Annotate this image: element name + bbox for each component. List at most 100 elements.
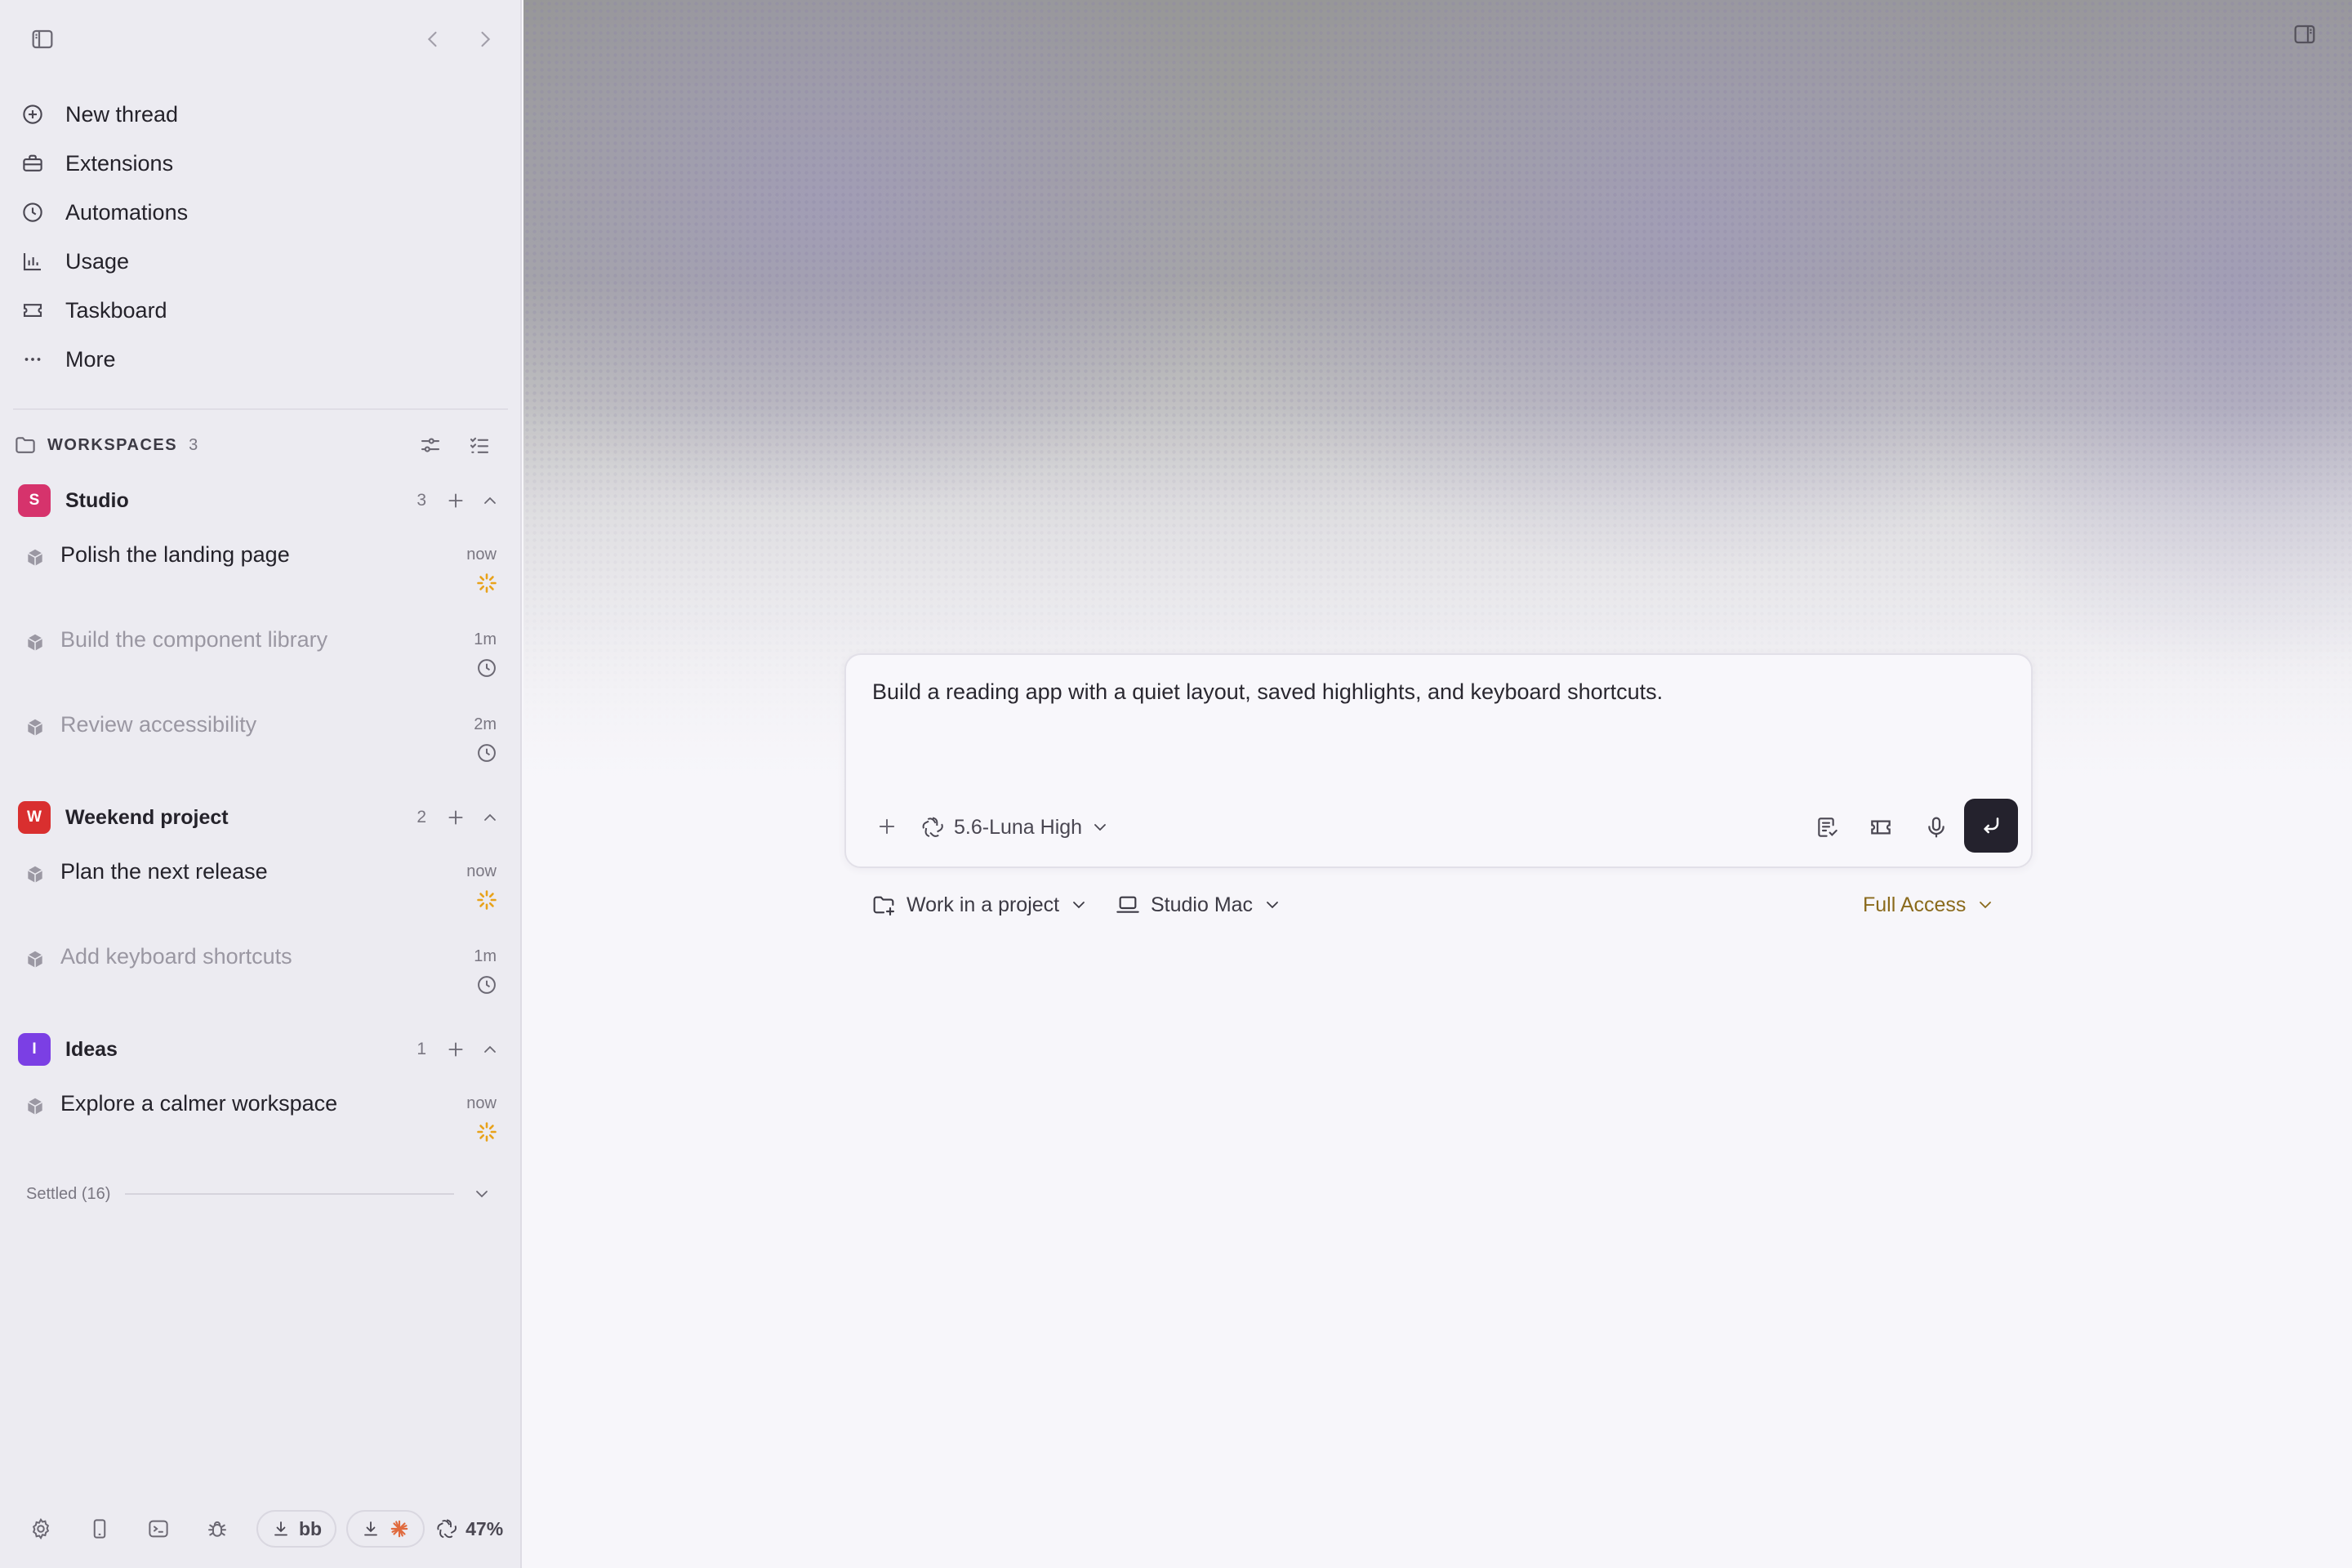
- filter-icon[interactable]: [418, 433, 443, 457]
- workspace-group-studio[interactable]: S Studio 3: [18, 480, 505, 521]
- workspace-count: 1: [416, 1040, 426, 1058]
- toggle-sidebar-icon[interactable]: [24, 21, 60, 57]
- nav-extensions[interactable]: Extensions: [13, 140, 503, 187]
- workspaces-label: WORKSPACES: [47, 435, 178, 454]
- nav-label: Automations: [65, 199, 189, 225]
- add-thread-icon[interactable]: [441, 1035, 470, 1064]
- more-dots-icon: [13, 336, 52, 383]
- thread-title: Plan the next release: [60, 859, 268, 884]
- ai-spiral-icon: [434, 1517, 459, 1541]
- workspace-group-ideas[interactable]: I Ideas 1: [18, 1029, 505, 1070]
- workspace-badge: I: [18, 1033, 51, 1066]
- ai-spiral-icon: [920, 814, 946, 840]
- cube-icon: [24, 632, 46, 653]
- download-chip-label: bb: [299, 1517, 323, 1539]
- cube-icon: [24, 717, 46, 738]
- thread-item[interactable]: Review accessibility 2m: [21, 706, 503, 781]
- workspace-name: Studio: [65, 488, 129, 512]
- forward-arrow-icon[interactable]: [467, 21, 503, 57]
- add-thread-icon[interactable]: [441, 803, 470, 832]
- cube-icon: [24, 1096, 46, 1117]
- thread-time: 1m: [474, 947, 497, 965]
- mobile-device-icon[interactable]: [80, 1509, 119, 1548]
- thread-title: Add keyboard shortcuts: [60, 944, 292, 969]
- download-chip[interactable]: bb: [256, 1510, 337, 1548]
- chevron-down-icon: [1976, 895, 1995, 915]
- settled-label: Settled (16): [26, 1184, 111, 1203]
- settled-section-toggle[interactable]: Settled (16): [26, 1179, 497, 1209]
- settled-divider: [125, 1193, 454, 1195]
- folder-icon: [13, 433, 38, 457]
- running-spinner-icon: [475, 889, 498, 911]
- access-label: Full Access: [1863, 893, 1967, 916]
- nav-label: More: [65, 346, 116, 372]
- workspace-count: 3: [416, 491, 426, 510]
- workspace-badge: S: [18, 484, 51, 517]
- nav-label: New thread: [65, 101, 179, 127]
- project-selector[interactable]: Work in a project: [871, 887, 1089, 923]
- thread-time: 1m: [474, 630, 497, 648]
- nav-taskboard[interactable]: Taskboard: [13, 287, 503, 334]
- document-review-icon[interactable]: [1809, 808, 1846, 846]
- scheduled-clock-icon: [475, 973, 498, 996]
- bug-icon[interactable]: [198, 1509, 237, 1548]
- sidebar-footer: bb 47%: [21, 1508, 511, 1550]
- nav-usage[interactable]: Usage: [13, 238, 503, 285]
- scheduled-clock-icon: [475, 657, 498, 679]
- composer: Build a reading app with a quiet layout,…: [844, 653, 2033, 868]
- device-selector[interactable]: Studio Mac: [1115, 887, 1282, 923]
- scheduled-clock-icon: [475, 742, 498, 764]
- usage-indicator[interactable]: 47%: [434, 1517, 503, 1541]
- settings-gear-icon[interactable]: [21, 1509, 60, 1548]
- collapse-chevron-icon[interactable]: [475, 803, 505, 832]
- back-arrow-icon[interactable]: [415, 21, 451, 57]
- cube-icon: [24, 949, 46, 970]
- terminal-icon[interactable]: [139, 1509, 178, 1548]
- model-label: 5.6-Luna High: [954, 815, 1083, 839]
- send-button[interactable]: [1964, 799, 2018, 853]
- running-spinner-icon: [475, 1120, 498, 1143]
- add-thread-icon[interactable]: [441, 486, 470, 515]
- nav-label: Extensions: [65, 150, 174, 176]
- thread-item[interactable]: Plan the next release now: [21, 853, 503, 928]
- microphone-icon[interactable]: [1918, 808, 1955, 846]
- download-icon: [361, 1519, 381, 1539]
- cube-icon: [24, 547, 46, 568]
- model-selector[interactable]: 5.6-Luna High: [920, 810, 1110, 844]
- thread-time: now: [466, 1094, 497, 1112]
- attach-plus-icon[interactable]: [869, 808, 905, 844]
- chevron-down-icon: [1090, 817, 1110, 837]
- nav-label: Usage: [65, 248, 130, 274]
- thread-item[interactable]: Add keyboard shortcuts 1m: [21, 938, 503, 1013]
- toggle-right-panel-icon[interactable]: [2292, 21, 2318, 47]
- thread-item[interactable]: Explore a calmer workspace now: [21, 1085, 503, 1160]
- collapse-chevron-icon[interactable]: [475, 486, 505, 515]
- prompt-input[interactable]: Build a reading app with a quiet layout,…: [872, 679, 1663, 705]
- nav-more[interactable]: More: [13, 336, 503, 383]
- laptop-icon: [1115, 892, 1141, 918]
- thread-time: 2m: [474, 715, 497, 733]
- chevron-down-icon: [472, 1184, 492, 1204]
- nav-automations[interactable]: Automations: [13, 189, 503, 236]
- thread-time: now: [466, 546, 497, 564]
- chevron-down-icon: [1263, 895, 1282, 915]
- workspaces-count: 3: [189, 435, 198, 454]
- access-level-selector[interactable]: Full Access: [1863, 887, 1995, 923]
- checklist-icon[interactable]: [467, 433, 492, 457]
- workspace-name: Ideas: [65, 1037, 118, 1061]
- download-icon: [271, 1519, 291, 1539]
- toolbox-icon: [13, 140, 52, 187]
- workspace-group-weekend-project[interactable]: W Weekend project 2: [18, 797, 505, 838]
- thread-item[interactable]: Build the component library 1m: [21, 621, 503, 696]
- chevron-down-icon: [1069, 895, 1089, 915]
- ticket-icon[interactable]: [1862, 808, 1900, 846]
- workspace-badge: W: [18, 801, 51, 834]
- thread-item[interactable]: Polish the landing page now: [21, 536, 503, 611]
- thread-time: now: [466, 862, 497, 880]
- collapse-chevron-icon[interactable]: [475, 1035, 505, 1064]
- folder-add-icon: [871, 892, 897, 918]
- plus-circle-icon: [13, 91, 52, 138]
- thread-title: Polish the landing page: [60, 542, 290, 567]
- nav-new-thread[interactable]: New thread: [13, 91, 503, 138]
- download-burst-chip[interactable]: [346, 1510, 425, 1548]
